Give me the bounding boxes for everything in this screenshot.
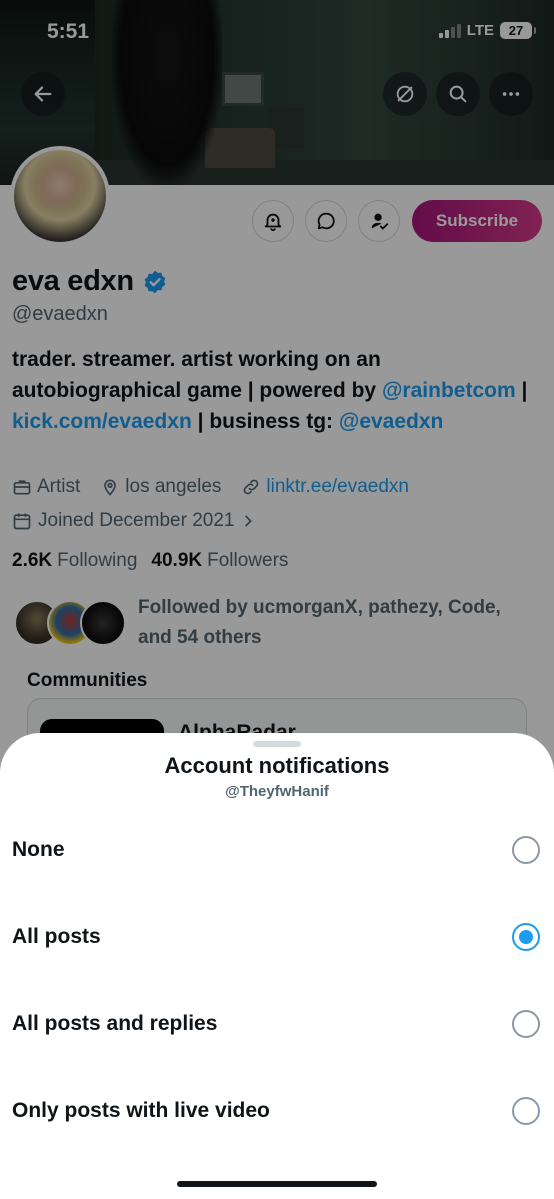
option-live-video[interactable]: Only posts with live video [0, 1081, 554, 1141]
option-label: All posts [12, 925, 101, 948]
option-label: All posts and replies [12, 1012, 218, 1035]
option-all-posts-and-replies[interactable]: All posts and replies [0, 994, 554, 1054]
home-indicator[interactable] [177, 1181, 377, 1187]
radio-button[interactable] [512, 1097, 540, 1125]
sheet-subtitle: @TheyfwHanif [225, 783, 329, 800]
option-label: None [12, 838, 65, 861]
radio-button[interactable] [512, 836, 540, 864]
option-all-posts[interactable]: All posts [0, 907, 554, 967]
sheet-title: Account notifications [164, 753, 390, 778]
radio-button[interactable] [512, 923, 540, 951]
option-label: Only posts with live video [12, 1099, 270, 1122]
sheet-grabber[interactable] [253, 741, 301, 747]
option-none[interactable]: None [0, 820, 554, 880]
account-notifications-sheet: Account notifications @TheyfwHanif None … [0, 733, 554, 1199]
radio-button[interactable] [512, 1010, 540, 1038]
